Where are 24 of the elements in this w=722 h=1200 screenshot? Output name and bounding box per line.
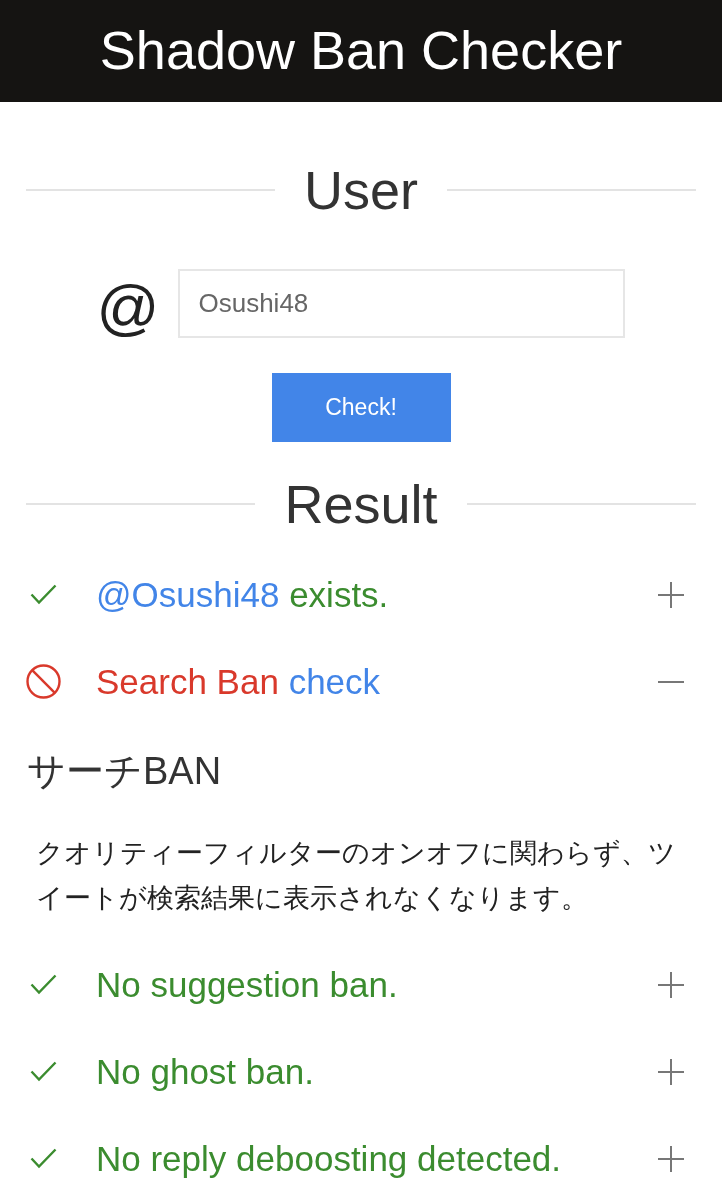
plus-icon[interactable] <box>658 581 684 608</box>
plus-icon[interactable] <box>658 971 684 998</box>
check-icon <box>30 584 57 605</box>
check-icon <box>30 1148 57 1169</box>
at-sign: @ <box>96 276 160 338</box>
username-field[interactable]: Osushi48 <box>178 268 626 338</box>
result-text: Search Ban check <box>96 660 382 703</box>
inline-link[interactable]: check <box>288 661 381 701</box>
result-text: @Osushi48 exists. <box>96 573 390 616</box>
section-heading: User <box>304 159 418 222</box>
app-title: Shadow Ban Checker <box>99 21 623 81</box>
prohibited-icon <box>26 664 61 699</box>
section-heading: Result <box>284 473 438 536</box>
inline-link[interactable]: @Osushi48 <box>96 574 280 614</box>
plus-icon[interactable] <box>658 1058 684 1085</box>
check-icon <box>30 974 57 995</box>
check-icon <box>30 1061 57 1082</box>
result-text: No reply deboosting detected. <box>96 1137 563 1180</box>
result-text: No suggestion ban. <box>96 963 399 1006</box>
result-text: No ghost ban. <box>96 1050 315 1093</box>
detail-title: サーチBAN <box>27 749 223 794</box>
detail-description: クオリティーフィルターのオンオフに関わらず、ツイートが検索結果に表示されなくなります。 <box>36 837 677 915</box>
check-button[interactable]: Check! <box>271 373 451 442</box>
plus-icon[interactable] <box>658 1145 684 1172</box>
